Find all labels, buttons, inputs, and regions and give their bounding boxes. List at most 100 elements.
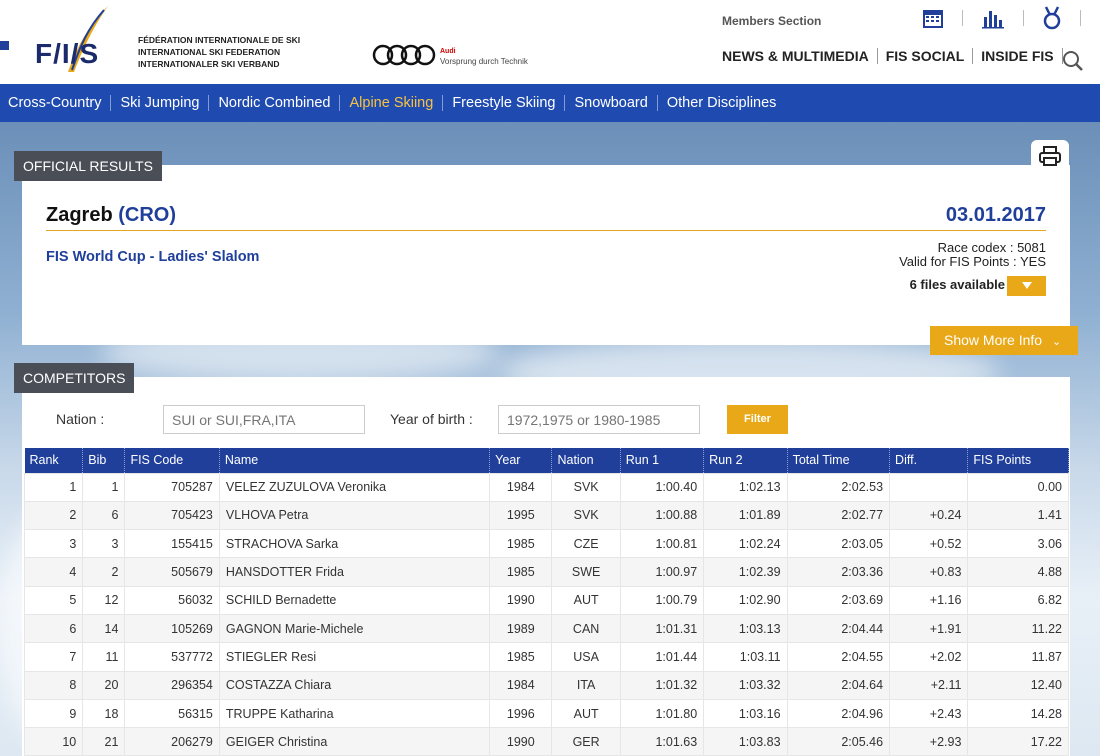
nav-fis-social[interactable]: FIS SOCIAL [886, 48, 965, 64]
col-name[interactable]: Name [219, 448, 491, 473]
cell-year: 1984 [489, 670, 553, 700]
table-row[interactable]: 6 14 105269 GAGNON Marie-Michele 1989 CAN 1:01… [23, 613, 1069, 644]
nav-separator [208, 95, 210, 111]
table-row[interactable]: 10 21 206279 GEIGER Christina 1990 GER 1:01.63… [23, 727, 1069, 756]
cell-fis-code: 705287 [124, 472, 220, 502]
cell-year: 1989 [489, 613, 553, 644]
cell-diff [889, 472, 969, 502]
race-codex: Race codex : 5081 [937, 240, 1046, 255]
discipline-ski-jumping[interactable]: Ski Jumping [120, 95, 199, 111]
cell-diff: +0.24 [889, 500, 969, 531]
col-nation[interactable]: Nation [551, 448, 621, 473]
files-dropdown-button[interactable] [1007, 276, 1046, 296]
col-fis-points[interactable]: FIS Points [967, 448, 1069, 473]
table-row[interactable]: 5 12 56032 SCHILD Bernadette 1990 AUT 1:00.79 1… [23, 585, 1069, 615]
col-run1[interactable]: Run 1 [620, 448, 705, 473]
discipline-alpine-skiing[interactable]: Alpine Skiing [349, 95, 433, 111]
table-row[interactable]: 3 3 155415 STRACHOVA Sarka 1985 CZE 1:00.81 1:0… [23, 529, 1069, 559]
cell-rank: 7 [23, 642, 84, 672]
search-icon[interactable] [1062, 50, 1084, 72]
table-header-row: Rank Bib FIS Code Name Year Nation Run 1… [24, 448, 1069, 473]
discipline-cross-country[interactable]: Cross-Country [8, 95, 101, 111]
cell-year: 1990 [489, 727, 553, 756]
results-body: 1 1 705287 VELEZ ZUZULOVA Veronika 1984 SVK 1:… [23, 472, 1069, 756]
cell-year: 1990 [489, 585, 553, 615]
race-date: 03.01.2017 [945, 204, 1046, 226]
table-row[interactable]: 1 1 705287 VELEZ ZUZULOVA Veronika 1984 SVK 1:… [23, 472, 1069, 502]
cell-diff: +2.02 [889, 642, 969, 672]
print-button[interactable] [1031, 140, 1069, 170]
discipline-nordic-combined[interactable]: Nordic Combined [218, 95, 330, 111]
col-fis-code[interactable]: FIS Code [124, 448, 220, 473]
discipline-snowboard[interactable]: Snowboard [574, 95, 647, 111]
cell-run1: 1:00.88 [619, 500, 705, 531]
cell-run1: 1:00.40 [619, 472, 705, 502]
official-results-tab: OFFICIAL RESULTS [14, 151, 162, 181]
cell-name[interactable]: HANSDOTTER Frida [218, 557, 491, 587]
discipline-other[interactable]: Other Disciplines [667, 95, 777, 111]
cell-name[interactable]: VELEZ ZUZULOVA Veronika [218, 472, 491, 502]
filter-button[interactable]: Filter [727, 405, 788, 434]
fis-logo-text[interactable]: F/I/S [35, 38, 99, 70]
members-section-link[interactable]: Members Section [722, 14, 821, 28]
cell-bib: 6 [82, 500, 126, 531]
cell-total-time: 2:04.64 [786, 670, 891, 700]
calendar-icon[interactable] [922, 7, 944, 29]
year-of-birth-filter-input[interactable] [498, 405, 700, 434]
cell-nation: SVK [551, 472, 621, 502]
cell-run1: 1:00.97 [619, 557, 705, 587]
nation-filter-input[interactable] [163, 405, 365, 434]
cell-bib: 11 [82, 642, 126, 672]
table-row[interactable]: 8 20 296354 COSTAZZA Chiara 1984 ITA 1:01.32 1:… [23, 670, 1069, 700]
col-year[interactable]: Year [489, 448, 553, 473]
cell-name[interactable]: GEIGER Christina [218, 727, 491, 756]
sponsor-text: Audi Vorsprung durch Technik [440, 46, 528, 67]
cell-diff: +0.52 [889, 529, 969, 559]
col-run2[interactable]: Run 2 [703, 448, 788, 473]
title-divider [46, 230, 1046, 231]
cell-rank: 9 [23, 698, 84, 729]
cell-total-time: 2:04.96 [786, 698, 891, 729]
cell-run1: 1:01.44 [619, 642, 705, 672]
audi-rings-logo[interactable] [372, 44, 436, 66]
cell-name[interactable]: GAGNON Marie-Michele [218, 613, 491, 644]
cell-fis-points: 3.06 [967, 529, 1069, 559]
cell-name[interactable]: SCHILD Bernadette [218, 585, 491, 615]
chevron-double-down-icon: ⌄ [1051, 336, 1062, 348]
bar-chart-icon[interactable] [981, 7, 1005, 29]
cell-bib: 18 [82, 698, 126, 729]
cell-run1: 1:00.79 [619, 585, 705, 615]
show-more-info-button[interactable]: Show More Info ⌄ [930, 326, 1078, 355]
cell-bib: 2 [82, 557, 126, 587]
table-row[interactable]: 2 6 705423 VLHOVA Petra 1995 SVK 1:00.88 1:01.8… [23, 500, 1069, 531]
table-row[interactable]: 9 18 56315 TRUPPE Katharina 1996 AUT 1:01.80 1:… [23, 698, 1069, 729]
nav-news-multimedia[interactable]: NEWS & MULTIMEDIA [722, 48, 869, 64]
race-country: (CRO) [118, 204, 177, 226]
nav-inside-fis[interactable]: INSIDE FIS [981, 48, 1053, 64]
site-header: F/I/S FÉDÉRATION INTERNATIONALE DE SKI I… [0, 0, 1100, 84]
year-of-birth-label: Year of birth : [390, 411, 473, 427]
nation-label: Nation : [56, 411, 105, 427]
nav-separator [339, 95, 341, 111]
discipline-freestyle-skiing[interactable]: Freestyle Skiing [452, 95, 555, 111]
cell-name[interactable]: TRUPPE Katharina [218, 698, 491, 729]
col-bib[interactable]: Bib [82, 448, 126, 473]
medal-icon[interactable] [1042, 6, 1062, 30]
cell-run2: 1:03.83 [703, 727, 788, 756]
cell-diff: +1.16 [889, 585, 969, 615]
cell-bib: 1 [82, 472, 126, 502]
cell-name[interactable]: STIEGLER Resi [218, 642, 491, 672]
cell-name[interactable]: VLHOVA Petra [218, 500, 491, 531]
cell-name[interactable]: STRACHOVA Sarka [218, 529, 491, 559]
table-row[interactable]: 7 11 537772 STIEGLER Resi 1985 USA 1:01.44 1:03… [23, 642, 1069, 672]
table-row[interactable]: 4 2 505679 HANSDOTTER Frida 1985 SWE 1:00.97 1:… [23, 557, 1069, 587]
cell-fis-points: 11.22 [967, 613, 1069, 644]
col-rank[interactable]: Rank [24, 448, 84, 473]
cell-name[interactable]: COSTAZZA Chiara [218, 670, 491, 700]
col-diff[interactable]: Diff. [889, 448, 969, 473]
cell-rank: 5 [23, 585, 84, 615]
nav-separator [442, 95, 444, 111]
cell-total-time: 2:04.55 [786, 642, 891, 672]
cell-rank: 4 [23, 557, 84, 587]
col-total-time[interactable]: Total Time [787, 448, 891, 473]
